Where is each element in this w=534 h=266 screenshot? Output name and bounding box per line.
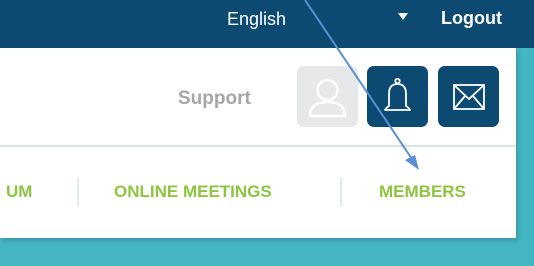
annotation-arrow bbox=[304, 0, 419, 170]
